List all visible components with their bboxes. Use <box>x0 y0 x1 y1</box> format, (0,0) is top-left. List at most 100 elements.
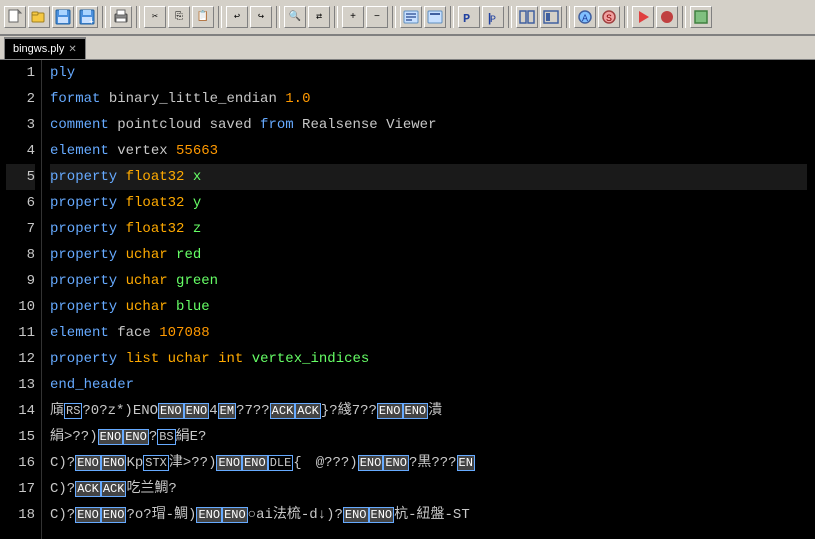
prop-name-red: red <box>176 242 201 268</box>
ln-3: 3 <box>6 112 35 138</box>
ln-13: 13 <box>6 372 35 398</box>
button-b[interactable] <box>424 6 446 28</box>
garbled-18: C)?ENOENO?o?瑁-鯛)ENOENO○ai法梳-d↓)?ENOENO杭-… <box>50 502 470 528</box>
svg-text:A: A <box>582 14 588 25</box>
kw-property-10: property <box>50 294 117 320</box>
space-12d <box>243 346 251 372</box>
element-count-11: 107088 <box>159 320 209 346</box>
space-5 <box>117 164 125 190</box>
button-g[interactable]: A <box>574 6 596 28</box>
ln-14: 14 <box>6 398 35 424</box>
prop-name-y: y <box>193 190 201 216</box>
format-version: 1.0 <box>285 86 310 112</box>
garbled-15: 絹>??)ENOENO?BS絹E? <box>50 424 206 450</box>
kw-property-12: property <box>50 346 117 372</box>
replace-button[interactable]: ⇄ <box>308 6 330 28</box>
space-9b <box>168 268 176 294</box>
space-7 <box>117 216 125 242</box>
close-icon[interactable]: ✕ <box>68 44 76 55</box>
comment-rest: Realsense Viewer <box>294 112 437 138</box>
ln-17: 17 <box>6 476 35 502</box>
button-d[interactable]: |P <box>482 6 504 28</box>
undo-button[interactable]: ↩ <box>226 6 248 28</box>
save-all-button[interactable]: + <box>76 6 98 28</box>
button-j[interactable] <box>656 6 678 28</box>
space-6b <box>184 190 192 216</box>
line-7: property float32 z <box>50 216 807 242</box>
ln-1: 1 <box>6 60 35 86</box>
sep4 <box>276 6 280 28</box>
button-h[interactable]: S <box>598 6 620 28</box>
sep8 <box>508 6 512 28</box>
editor: 1 2 3 4 5 6 7 8 9 10 11 12 13 14 15 16 1… <box>0 60 815 539</box>
zoom-in-button[interactable]: + <box>342 6 364 28</box>
type-uchar-9: uchar <box>126 268 168 294</box>
type-uchar-8: uchar <box>126 242 168 268</box>
line-1: ply <box>50 60 807 86</box>
line-4: element vertex 55663 <box>50 138 807 164</box>
find-button[interactable]: 🔍 <box>284 6 306 28</box>
button-a[interactable] <box>400 6 422 28</box>
space-10 <box>117 294 125 320</box>
space-9 <box>117 268 125 294</box>
button-k[interactable] <box>690 6 712 28</box>
ln-11: 11 <box>6 320 35 346</box>
prop-name-vertex-indices: vertex_indices <box>252 346 370 372</box>
copy-button[interactable]: ⎘ <box>168 6 190 28</box>
kw-property-7: property <box>50 216 117 242</box>
button-c[interactable]: P <box>458 6 480 28</box>
ln-6: 6 <box>6 190 35 216</box>
kw-ply: ply <box>50 60 75 86</box>
line-8: property uchar red <box>50 242 807 268</box>
kw-property-8: property <box>50 242 117 268</box>
kw-element-11: element <box>50 320 109 346</box>
ln-7: 7 <box>6 216 35 242</box>
sep10 <box>624 6 628 28</box>
cut-button[interactable]: ✂ <box>144 6 166 28</box>
element-count: 55663 <box>176 138 218 164</box>
line-14: 廎RS?0?z*)ENOENOENO4EM?7??ACKACK}?綫7??ENO… <box>50 398 807 424</box>
sep5 <box>334 6 338 28</box>
ln-18: 18 <box>6 502 35 528</box>
sep11 <box>682 6 686 28</box>
ln-12: 12 <box>6 346 35 372</box>
comment-text: pointcloud saved <box>109 112 260 138</box>
line-9: property uchar green <box>50 268 807 294</box>
redo-button[interactable]: ↪ <box>250 6 272 28</box>
button-f[interactable] <box>540 6 562 28</box>
type-int-12: int <box>218 346 243 372</box>
new-button[interactable] <box>4 6 26 28</box>
ln-4: 4 <box>6 138 35 164</box>
space-12 <box>117 346 125 372</box>
garbled-16: C)?ENOENOKpSTX津>??)ENOENODLE{ @???)ENOEN… <box>50 450 475 476</box>
svg-text:P: P <box>463 12 470 25</box>
space-8b <box>168 242 176 268</box>
kw-property-6: property <box>50 190 117 216</box>
kw-format: format <box>50 86 100 112</box>
space-10b <box>168 294 176 320</box>
paste-button[interactable]: 📋 <box>192 6 214 28</box>
ln-15: 15 <box>6 424 35 450</box>
open-button[interactable] <box>28 6 50 28</box>
type-uchar-12: uchar <box>168 346 210 372</box>
element-type-11: face <box>109 320 159 346</box>
save-button[interactable] <box>52 6 74 28</box>
space-5b <box>184 164 192 190</box>
button-i[interactable] <box>632 6 654 28</box>
button-e[interactable] <box>516 6 538 28</box>
ln-5: 5 <box>6 164 35 190</box>
tab-bingws-ply[interactable]: bingws.ply ✕ <box>4 37 86 59</box>
line-18: C)?ENOENO?o?瑁-鯛)ENOENO○ai法梳-d↓)?ENOENO杭-… <box>50 502 807 528</box>
print-button[interactable] <box>110 6 132 28</box>
type-uchar-10: uchar <box>126 294 168 320</box>
sep1 <box>102 6 106 28</box>
garbled-14: 廎RS?0?z*)ENOENOENO4EM?7??ACKACK}?綫7??ENO… <box>50 398 442 424</box>
zoom-out-button[interactable]: − <box>366 6 388 28</box>
kw-property-5: property <box>50 164 117 190</box>
ln-8: 8 <box>6 242 35 268</box>
space-8 <box>117 242 125 268</box>
line-numbers: 1 2 3 4 5 6 7 8 9 10 11 12 13 14 15 16 1… <box>0 60 42 539</box>
sep6 <box>392 6 396 28</box>
space-12b <box>159 346 167 372</box>
type-list-12: list <box>126 346 160 372</box>
